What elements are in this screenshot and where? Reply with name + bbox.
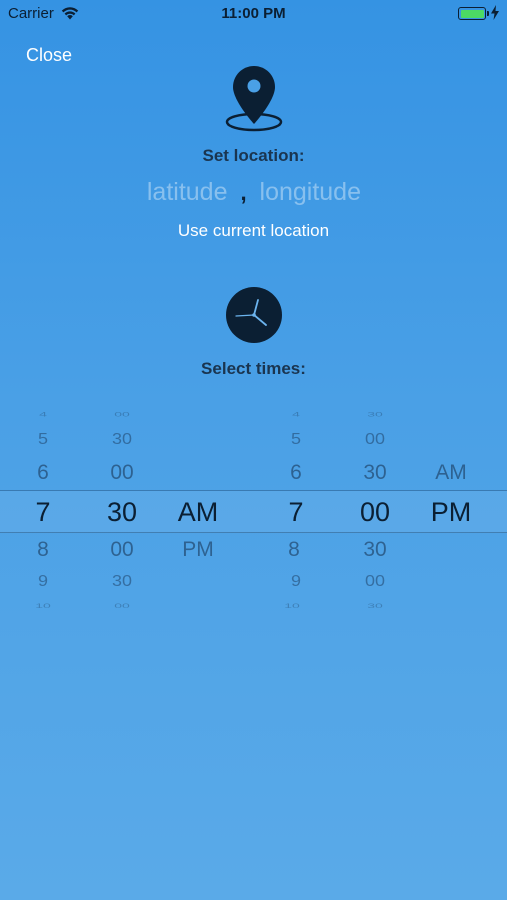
end-minute-option[interactable]: 30 <box>345 462 405 483</box>
end-hour-option[interactable]: 10 <box>262 603 322 609</box>
end-period-selected[interactable]: PM <box>421 499 481 526</box>
end-minute-option[interactable]: 00 <box>345 573 405 588</box>
start-period-option[interactable]: PM <box>168 539 228 560</box>
clock-icon <box>226 287 282 343</box>
status-bar: Carrier 11:00 PM <box>0 0 507 28</box>
start-hour-option[interactable]: 6 <box>13 462 73 483</box>
end-hour-option[interactable]: 6 <box>266 462 326 483</box>
start-hour-selected[interactable]: 7 <box>13 499 73 526</box>
time-picker[interactable]: 4 5 6 7 8 9 10 00 30 00 30 00 30 00 AM P… <box>0 405 507 620</box>
start-hour-option[interactable]: 8 <box>13 539 73 560</box>
start-hour-option[interactable]: 9 <box>13 573 73 588</box>
end-minute-option[interactable]: 30 <box>345 539 405 560</box>
end-period-option[interactable]: AM <box>421 462 481 483</box>
charging-bolt-icon <box>491 5 499 20</box>
start-hour-option[interactable]: 5 <box>13 431 73 446</box>
picker-selection-top-line <box>0 490 507 491</box>
start-period-selected[interactable]: AM <box>168 499 228 526</box>
location-pin-icon <box>225 66 283 132</box>
start-hour-option[interactable]: 10 <box>13 603 73 609</box>
select-times-heading: Select times: <box>201 359 306 378</box>
end-hour-option[interactable]: 9 <box>266 573 326 588</box>
start-minute-option[interactable]: 00 <box>92 539 152 560</box>
end-hour-selected[interactable]: 7 <box>266 499 326 526</box>
longitude-input[interactable] <box>259 178 370 207</box>
start-minute-option[interactable]: 00 <box>92 462 152 483</box>
end-minute-option[interactable]: 30 <box>345 411 405 417</box>
close-button[interactable]: Close <box>26 45 72 66</box>
status-time: 11:00 PM <box>221 5 286 22</box>
coordinate-separator: , <box>240 180 247 205</box>
start-minute-option[interactable]: 30 <box>92 431 152 446</box>
end-minute-option[interactable]: 00 <box>345 431 405 446</box>
set-location-heading: Set location: <box>202 146 305 165</box>
end-hour-option[interactable]: 5 <box>266 431 326 446</box>
start-minute-option[interactable]: 30 <box>92 573 152 588</box>
start-minute-option[interactable]: 00 <box>92 603 152 609</box>
start-minute-option[interactable]: 00 <box>92 411 152 417</box>
use-current-location-button[interactable]: Use current location <box>0 221 507 241</box>
start-minute-selected[interactable]: 30 <box>92 499 152 526</box>
picker-selection-bottom-line <box>0 532 507 533</box>
end-hour-option[interactable]: 4 <box>266 411 326 417</box>
battery-icon <box>458 7 489 20</box>
end-minute-option[interactable]: 30 <box>345 603 405 609</box>
latitude-input[interactable] <box>137 178 228 207</box>
coordinates-row: , <box>0 178 507 207</box>
start-hour-option[interactable]: 4 <box>13 411 73 417</box>
end-hour-option[interactable]: 8 <box>264 539 324 560</box>
end-minute-selected[interactable]: 00 <box>345 499 405 526</box>
